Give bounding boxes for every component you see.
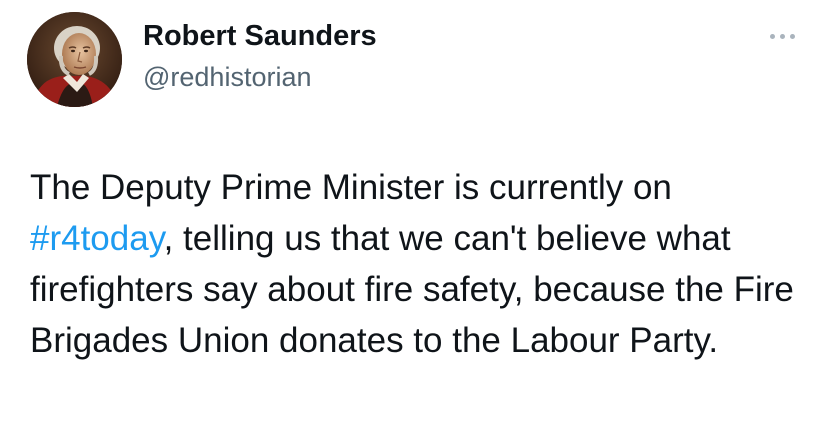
tweet-text: The Deputy Prime Minister is currently o… <box>30 162 820 366</box>
author-display-name[interactable]: Robert Saunders <box>143 20 377 53</box>
dot-icon <box>769 33 775 39</box>
tweet-text-before: The Deputy Prime Minister is currently o… <box>30 168 672 207</box>
avatar[interactable] <box>27 12 122 107</box>
tweet-card: Robert Saunders @redhistorian The Deputy… <box>0 0 828 438</box>
portrait-avatar-icon <box>27 12 122 107</box>
dot-icon <box>789 33 795 39</box>
hashtag-link[interactable]: #r4today <box>30 219 164 258</box>
dot-icon <box>779 33 785 39</box>
more-options-icon[interactable] <box>762 26 802 46</box>
author-handle[interactable]: @redhistorian <box>143 62 312 93</box>
